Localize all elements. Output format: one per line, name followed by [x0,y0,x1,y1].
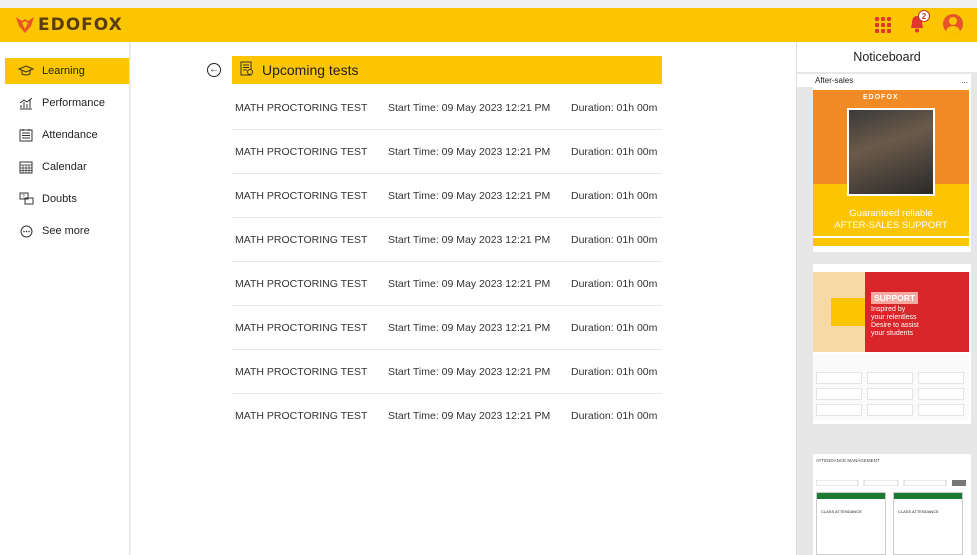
sidebar-item-label: Performance [42,97,105,109]
notice-card-support[interactable]: SUPPORT Inspired by your relentless Desi… [813,264,971,424]
support-text: Inspired by your relentless Desire to as… [871,306,919,338]
sidebar-item-label: Learning [42,65,85,77]
notice-card-label: After-sales [815,76,854,85]
test-name: MATH PROCTORING TEST [235,101,368,114]
banner-line1: Guaranteed reliable [849,208,933,219]
test-name: MATH PROCTORING TEST [235,277,368,290]
test-start-time: Start Time: 09 May 2023 12:21 PM [388,233,551,246]
notification-bell-icon[interactable]: 2 [907,10,930,34]
support-line1: Inspired by [871,306,906,313]
test-name: MATH PROCTORING TEST [235,145,368,158]
upcoming-tests-header: Upcoming tests [232,56,662,84]
notice-menu-icon[interactable]: ... [961,76,968,85]
filter-bar [816,480,966,486]
test-name: MATH PROCTORING TEST [235,321,368,334]
test-duration: Duration: 01h 00m [571,365,658,378]
doubts-icon: ? [18,192,34,206]
banner-photo [847,108,935,196]
support-line4: your students [871,330,914,337]
support-line3: Desire to assist [871,322,919,329]
test-row[interactable]: MATH PROCTORING TEST Start Time: 09 May 2… [232,218,662,262]
notice-card-after-sales[interactable]: After-sales ... EDOFOX Guaranteed reliab… [797,74,971,252]
test-duration: Duration: 01h 00m [571,145,658,158]
back-arrow-icon[interactable]: ← [207,63,221,77]
banner-brand: EDOFOX [863,94,899,101]
apps-grid-icon[interactable] [873,15,891,33]
attendance-icon [18,128,34,142]
test-name: MATH PROCTORING TEST [235,233,368,246]
noticeboard-title: Noticeboard [797,42,977,72]
test-duration: Duration: 01h 00m [571,189,658,202]
test-row[interactable]: MATH PROCTORING TEST Start Time: 09 May 2… [232,130,662,174]
graduation-cap-icon [18,64,34,78]
sidebar-item-attendance[interactable]: Attendance [0,122,129,148]
test-duration: Duration: 01h 00m [571,233,658,246]
notification-badge: 2 [918,10,930,22]
test-row[interactable]: MATH PROCTORING TEST Start Time: 09 May 2… [232,262,662,306]
test-name: MATH PROCTORING TEST [235,410,368,422]
test-row[interactable]: MATH PROCTORING TEST Start Time: 09 May 2… [232,306,662,350]
test-start-time: Start Time: 09 May 2023 12:21 PM [388,410,551,422]
support-label: SUPPORT [871,292,919,304]
test-start-time: Start Time: 09 May 2023 12:21 PM [388,321,551,334]
app-frame: EDOFOX 2 Learning Performance Attendance… [0,0,977,555]
test-duration: Duration: 01h 00m [571,101,658,114]
attendance-col-title: CLASS ATTENDANCE [821,509,862,514]
test-start-time: Start Time: 09 May 2023 12:21 PM [388,277,551,290]
test-row[interactable]: MATH PROCTORING TEST Start Time: 09 May 2… [232,174,662,218]
tests-list: MATH PROCTORING TEST Start Time: 09 May 2… [232,86,662,438]
test-start-time: Start Time: 09 May 2023 12:21 PM [388,189,551,202]
calendar-icon [18,160,34,174]
test-name: MATH PROCTORING TEST [235,365,368,378]
sidebar-item-label: See more [42,225,90,237]
top-actions: 2 [873,10,963,34]
user-avatar[interactable] [943,14,963,34]
chart-icon [18,96,34,110]
noticeboard-panel: Noticeboard After-sales ... EDOFOX Guara… [796,42,977,555]
tests-icon [240,61,254,79]
sidebar-item-see-more[interactable]: See more [0,218,129,244]
test-start-time: Start Time: 09 May 2023 12:21 PM [388,101,551,114]
attendance-caption: ATTENDANCE MANAGEMENT [816,458,880,463]
banner-strip [813,238,969,246]
sidebar-item-label: Calendar [42,161,87,173]
test-duration: Duration: 01h 00m [571,321,658,334]
top-bar: EDOFOX 2 [0,8,977,42]
page-title: Upcoming tests [262,62,359,78]
test-row[interactable]: MATH PROCTORING TEST Start Time: 09 May 2… [232,350,662,394]
banner-text: Guaranteed reliable AFTER-SALES SUPPORT [813,208,969,232]
test-duration: Duration: 01h 00m [571,277,658,290]
fox-logo-icon [16,17,34,33]
test-duration: Duration: 01h 00m [571,410,658,422]
logo[interactable]: EDOFOX [16,15,123,35]
sidebar: Learning Performance Attendance Calendar… [0,42,130,555]
test-row[interactable]: MATH PROCTORING TEST Start Time: 09 May 2… [232,394,662,438]
sidebar-item-calendar[interactable]: Calendar [0,154,129,180]
banner-line2: AFTER-SALES SUPPORT [834,220,948,231]
test-name: MATH PROCTORING TEST [235,189,368,202]
test-start-time: Start Time: 09 May 2023 12:21 PM [388,365,551,378]
attendance-column: CLASS ATTENDANCE [816,492,886,555]
support-accent [831,298,865,326]
sidebar-item-learning[interactable]: Learning [5,58,129,84]
attendance-column: CLASS ATTENDANCE [893,492,963,555]
main-content: ← Upcoming tests MATH PROCTORING TEST Sta… [131,42,796,555]
sidebar-item-doubts[interactable]: ? Doubts [0,186,129,212]
dashboard-preview [813,354,969,420]
after-sales-banner: EDOFOX Guaranteed reliable AFTER-SALES S… [813,90,969,236]
sidebar-item-performance[interactable]: Performance [0,90,129,116]
notice-card-header: After-sales ... [797,74,971,87]
attendance-col-title: CLASS ATTENDANCE [898,509,939,514]
support-line2: your relentless [871,314,917,321]
svg-text:?: ? [22,194,25,200]
test-row[interactable]: MATH PROCTORING TEST Start Time: 09 May 2… [232,86,662,130]
sidebar-item-label: Attendance [42,129,98,141]
test-start-time: Start Time: 09 May 2023 12:21 PM [388,145,551,158]
sidebar-item-label: Doubts [42,193,77,205]
more-icon [18,224,34,238]
notice-card-attendance[interactable]: ATTENDANCE MANAGEMENT CLASS ATTENDANCE C… [813,454,971,555]
brand-name: EDOFOX [38,15,123,35]
